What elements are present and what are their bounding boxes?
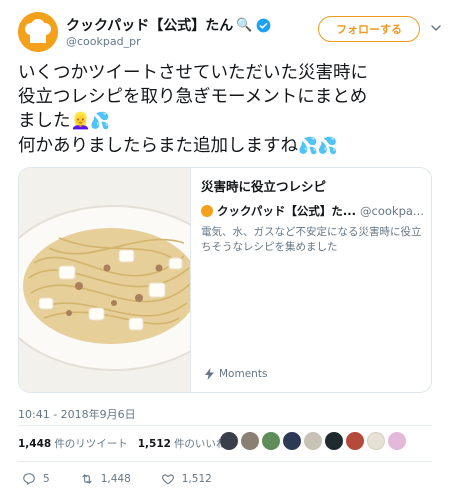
verified-badge-icon xyxy=(256,18,270,32)
like-action[interactable]: 1,512 xyxy=(161,472,212,486)
like-heart-icon xyxy=(161,474,174,485)
moment-card[interactable]: 災害時に役立つレシピ クックパッド【公式】た... @cookpa... 電気、… xyxy=(18,167,432,393)
magnifier-emoji: 🔍 xyxy=(236,17,253,33)
liker-avatar[interactable] xyxy=(304,432,322,450)
card-author[interactable]: クックパッド【公式】た... @cookpa... xyxy=(201,203,426,219)
reply-icon xyxy=(23,473,35,485)
liker-avatar[interactable] xyxy=(346,432,364,450)
tweet-actions: 5 1,448 1,512 xyxy=(22,472,242,486)
retweet-action-count: 1,448 xyxy=(100,473,131,485)
liker-avatar[interactable] xyxy=(241,432,259,450)
card-author-handle: @cookpa... xyxy=(360,204,424,218)
author-display-name[interactable]: クックパッド【公式】たん xyxy=(66,15,233,35)
tweet-line: いくつかツイートさせていただいた災害時に xyxy=(18,63,368,83)
tweet-line-with-emoji: ました👱‍♀️💦 xyxy=(18,109,438,134)
like-label[interactable]: 件のいいね xyxy=(174,436,227,451)
liker-avatars xyxy=(220,432,406,450)
card-author-name: クックパッド【公式】た... xyxy=(217,204,357,218)
reply-action[interactable]: 5 xyxy=(22,472,50,486)
card-description: 電気、水、ガスなど不安定になる災害時に役立ちそうなレシピを集めました xyxy=(201,226,422,253)
reply-count: 5 xyxy=(43,473,50,485)
moments-bolt-icon xyxy=(205,368,214,380)
card-footer-label: Moments xyxy=(219,368,268,380)
divider xyxy=(18,425,432,426)
chevron-down-icon[interactable] xyxy=(430,22,442,34)
retweet-action[interactable]: 1,448 xyxy=(80,472,131,486)
pasta-plate-image xyxy=(19,168,190,392)
like-action-count: 1,512 xyxy=(181,473,212,485)
tweet-emoji: 👱‍♀️💦 xyxy=(70,111,111,130)
tweet-text: いくつかツイートさせていただいた災害時に 役立つレシピを取り急ぎモーメントにまと… xyxy=(18,62,438,158)
liker-avatar[interactable] xyxy=(283,432,301,450)
retweet-label[interactable]: 件のリツイート xyxy=(54,436,128,451)
tweet-timestamp[interactable]: 10:41 - 2018年9月6日 xyxy=(18,406,136,422)
card-title[interactable]: 災害時に役立つレシピ xyxy=(201,176,426,195)
retweet-count[interactable]: 1,448 xyxy=(18,438,51,450)
follow-button[interactable]: フォローする xyxy=(318,16,420,42)
liker-avatar[interactable] xyxy=(325,432,343,450)
tweet-stats: 1,448 件のリツイート 1,512 件のいいね xyxy=(18,436,226,451)
tweet-line: 役立つレシピを取り急ぎモーメントにまとめ xyxy=(18,86,368,107)
chef-hat-icon xyxy=(18,12,58,52)
card-footer: Moments xyxy=(205,368,267,380)
retweet-icon xyxy=(82,474,92,484)
tweet-header: クックパッド【公式】たん 🔍 @cookpad_pr フォローする xyxy=(18,12,441,54)
author-avatar[interactable] xyxy=(18,12,58,52)
divider xyxy=(18,461,432,462)
liker-avatar[interactable] xyxy=(367,432,385,450)
liker-avatar[interactable] xyxy=(388,432,406,450)
card-author-avatar xyxy=(201,205,213,217)
tweet-emoji: 💦💦 xyxy=(298,135,338,155)
tweet-line-with-emoji: 何かありましたらまた追加しますね💦💦 xyxy=(18,134,438,159)
like-count[interactable]: 1,512 xyxy=(138,438,171,450)
tweet-line: 何かありましたらまた追加しますね xyxy=(18,135,298,156)
liker-avatar[interactable] xyxy=(220,432,238,450)
author-screen-name[interactable]: @cookpad_pr xyxy=(66,35,141,48)
liker-avatar[interactable] xyxy=(262,432,280,450)
card-image-pasta[interactable] xyxy=(19,168,191,392)
tweet-line: ました xyxy=(18,111,71,131)
